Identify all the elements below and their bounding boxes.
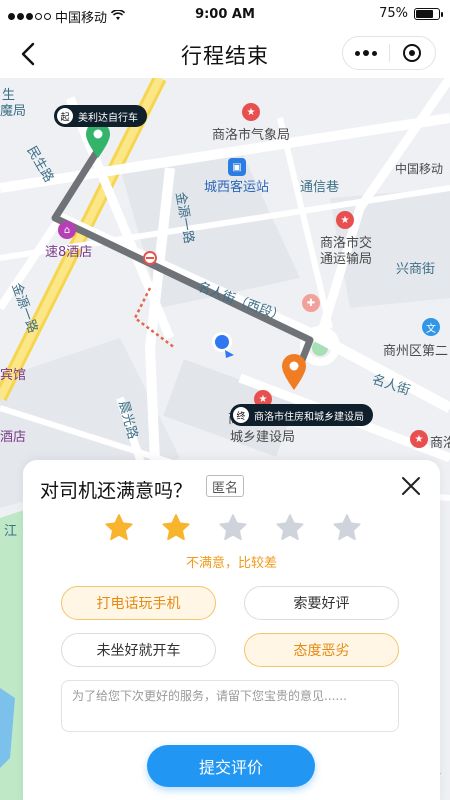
tag-button-phone[interactable]: 打电话玩手机	[61, 586, 216, 620]
poi-transport-icon[interactable]: ★	[336, 211, 354, 229]
star-icon-2[interactable]	[160, 512, 192, 544]
anonymous-tag: 匿名	[206, 475, 245, 497]
map-label-jiudian: 酒店	[0, 430, 27, 445]
map-label-china-mobile: 中国移动	[395, 162, 444, 176]
star-icon-4[interactable]	[274, 512, 306, 544]
rating-title: 对司机还满意吗？	[40, 480, 193, 502]
comment-input[interactable]	[61, 680, 399, 732]
tag-button-bad-attitude[interactable]: 态度恶劣	[244, 633, 399, 667]
close-miniprogram-button[interactable]	[389, 37, 435, 69]
start-location-tag[interactable]: 起 美利达自行车	[54, 105, 147, 127]
more-button[interactable]	[343, 37, 389, 69]
star-icon-1[interactable]	[103, 512, 135, 544]
submit-rating-button[interactable]: 提交评价	[147, 745, 315, 787]
map-label-shangluo: 商洛	[430, 436, 450, 451]
map-label-jiang: 江	[4, 524, 18, 539]
more-dots-icon	[354, 50, 360, 56]
map-label-chuju: 魔局	[0, 104, 27, 119]
map-label-tongxin: 通信巷	[300, 180, 340, 195]
poi-hospital-icon[interactable]: ✚	[302, 294, 320, 312]
star-icon-5[interactable]	[331, 512, 363, 544]
battery-info: 75%	[379, 6, 443, 21]
start-location-name: 美利达自行车	[78, 112, 138, 124]
map-label-weather: 商洛市气象局	[212, 128, 291, 143]
mini-program-capsule	[342, 36, 436, 70]
map-label-binguan: 宾馆	[0, 368, 27, 383]
tag-button-start-early[interactable]: 未坐好就开车	[61, 633, 216, 667]
poi-hotel-icon[interactable]: ⌂	[58, 221, 76, 239]
end-badge: 终	[233, 407, 249, 423]
rating-sheet: 对司机还满意吗？ 匿名 不满意，比较差 打电话玩手机 索要好评 未坐好就开车 态…	[23, 460, 440, 800]
map-label-xingren: 兴商街	[396, 262, 436, 277]
map-label-suba-hotel: 速8酒店	[45, 245, 93, 260]
poi-school-icon[interactable]: 文	[422, 318, 440, 336]
status-bar: 中国移动 9:00 AM 75%	[0, 0, 450, 30]
end-location-name: 商洛市住房和城乡建设局	[254, 411, 364, 423]
poi-shangluo-icon[interactable]: ★	[410, 430, 428, 448]
nav-bar: 行程结束	[0, 30, 450, 78]
star-rating	[103, 512, 363, 544]
battery-percent: 75%	[379, 6, 408, 21]
map-label-housing-2: 城乡建设局	[230, 430, 296, 445]
map-label-bus-station: 城西客运站	[204, 180, 270, 195]
map-label-district-2: 商州区第二	[383, 344, 449, 359]
poi-bus-icon[interactable]: ▣	[228, 158, 246, 176]
target-icon	[403, 44, 422, 62]
star-icon-3[interactable]	[217, 512, 249, 544]
rating-description: 不满意，比较差	[185, 556, 277, 571]
tag-button-ask-review[interactable]: 索要好评	[244, 586, 399, 620]
close-sheet-button[interactable]	[400, 475, 422, 497]
start-badge: 起	[57, 108, 73, 124]
end-location-tag[interactable]: 终 商洛市住房和城乡建设局	[230, 404, 373, 426]
map-label-transport-2: 通运输局	[320, 252, 373, 267]
poi-weather-icon[interactable]: ★	[242, 103, 260, 121]
close-icon	[402, 477, 420, 495]
battery-icon	[414, 7, 443, 20]
